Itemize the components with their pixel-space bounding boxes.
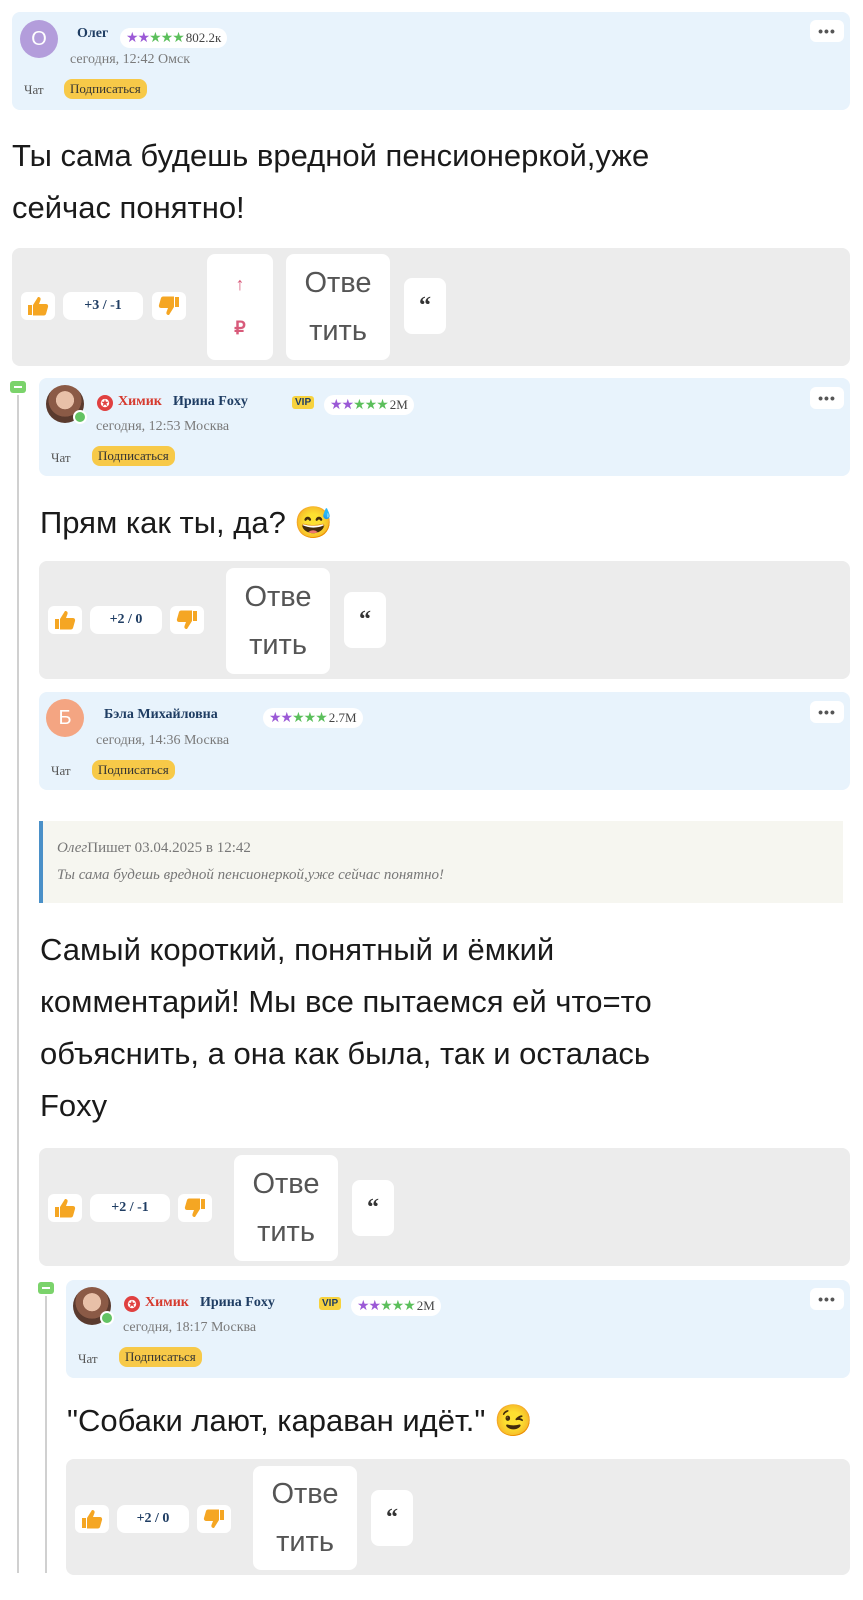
chat-link[interactable]: Чат [51, 450, 71, 466]
thumb-down-icon[interactable] [152, 292, 186, 320]
more-menu-icon[interactable]: ••• [810, 701, 844, 723]
quote-meta: Пишет 03.04.2025 в 12:42 [87, 840, 251, 856]
subscribe-button[interactable]: Подписаться [92, 760, 175, 780]
thread-line [45, 1296, 47, 1573]
collapse-thread-icon[interactable] [10, 381, 26, 393]
rating-badge: ★★★★★ 2.7M [263, 708, 363, 728]
comment-text-line: объяснить, а она как была, так и осталас… [40, 1036, 650, 1071]
vote-score: +2 / 0 [117, 1505, 189, 1533]
thumb-up-icon[interactable] [21, 292, 55, 320]
subscribe-button[interactable]: Подписаться [64, 79, 147, 99]
rating-stars: ★★★★★ [330, 397, 389, 413]
donate-arrow-icon: ↑ [235, 274, 245, 294]
chemist-badge-icon: ✪ [97, 395, 113, 411]
chat-link[interactable]: Чат [78, 1351, 98, 1367]
quote-text: Ты сама будешь вредной пенсионеркой,уже … [57, 867, 445, 883]
rating-value: 2M [389, 397, 408, 412]
reply-label: Отве [252, 1168, 320, 1200]
vip-badge: VIP [319, 1297, 342, 1310]
reply-label: Отве [271, 1478, 339, 1510]
vote-score: +2 / -1 [90, 1194, 170, 1222]
rating-value: 2.7M [328, 710, 357, 725]
vote-score: +3 / -1 [63, 292, 143, 320]
rating-badge: ★★★★★ 2M [351, 1296, 441, 1316]
comment-meta: сегодня, 14:36 Москва [96, 733, 230, 748]
comment-meta: сегодня, 12:53 Москва [96, 419, 230, 434]
user-title-badge: Химик [118, 394, 162, 409]
rating-badge: ★★★★★ 802.2к [120, 28, 228, 48]
reply-label: Отве [304, 267, 372, 299]
chat-link[interactable]: Чат [51, 763, 71, 779]
vip-badge: VIP [292, 396, 315, 409]
avatar[interactable]: Б [46, 699, 84, 737]
reply-button[interactable]: Отве тить [226, 568, 330, 674]
author-name[interactable]: Ирина Foxy [200, 1295, 275, 1311]
reply-label: тить [257, 1216, 315, 1248]
comment-text-line: Самый короткий, понятный и ёмкий [40, 932, 555, 967]
subscribe-button[interactable]: Подписаться [92, 446, 175, 466]
comment-text-line: сейчас понятно! [12, 190, 245, 225]
reply-button[interactable]: Отве тить [234, 1155, 338, 1261]
donate-button[interactable]: ↑ ₽ [207, 254, 273, 360]
user-title-badge: Химик [145, 1295, 189, 1310]
reply-button[interactable]: Отве тить [286, 254, 390, 360]
rating-stars: ★★★★★ [126, 30, 185, 46]
reply-label: тить [309, 315, 367, 347]
vote-score: +2 / 0 [90, 606, 162, 634]
rating-stars: ★★★★★ [269, 710, 328, 726]
comment-text: "Собаки лают, караван идёт." 😉 [67, 1403, 533, 1438]
quote-button-icon[interactable]: “ [344, 592, 386, 648]
comment-text: Прям как ты, да? 😅 [40, 505, 334, 540]
thumb-up-icon[interactable] [48, 606, 82, 634]
rating-value: 2M [416, 1298, 435, 1313]
thread-line [17, 395, 19, 1573]
comment-text-line: комментарий! Мы все пытаемся ей что=то [40, 984, 652, 1019]
thumb-up-icon[interactable] [75, 1505, 109, 1533]
comment-meta: сегодня, 12:42 Омск [70, 52, 191, 67]
reply-button[interactable]: Отве тить [253, 1466, 357, 1570]
reply-label: тить [249, 629, 307, 661]
avatar[interactable]: О [20, 20, 58, 58]
collapse-thread-icon[interactable] [38, 1282, 54, 1294]
quote-button-icon[interactable]: “ [371, 1490, 413, 1546]
thumb-down-icon[interactable] [170, 606, 204, 634]
rating-stars: ★★★★★ [357, 1298, 416, 1314]
online-status-icon [100, 1311, 114, 1325]
author-name[interactable]: Ирина Foxy [173, 394, 248, 410]
comment-text: Ты сама будешь вредной пенсионеркой,уже … [12, 130, 649, 234]
thumb-up-icon[interactable] [48, 1194, 82, 1222]
rating-badge: ★★★★★ 2M [324, 395, 414, 415]
reply-label: Отве [244, 581, 312, 613]
chemist-badge-icon: ✪ [124, 1296, 140, 1312]
thumb-down-icon[interactable] [178, 1194, 212, 1222]
reply-label: тить [276, 1526, 334, 1558]
quote-button-icon[interactable]: “ [352, 1180, 394, 1236]
rating-value: 802.2к [185, 30, 222, 45]
more-menu-icon[interactable]: ••• [810, 20, 844, 42]
comment-text: Самый короткий, понятный и ёмкий коммент… [40, 924, 652, 1132]
chat-link[interactable]: Чат [24, 82, 44, 98]
online-status-icon [73, 410, 87, 424]
quote-header: ОлегПишет 03.04.2025 в 12:42 [57, 839, 251, 857]
quote-button-icon[interactable]: “ [404, 278, 446, 334]
ruble-icon: ₽ [234, 318, 246, 338]
subscribe-button[interactable]: Подписаться [119, 1347, 202, 1367]
comment-text-line: Ты сама будешь вредной пенсионеркой,уже [12, 138, 650, 173]
more-menu-icon[interactable]: ••• [810, 1288, 844, 1310]
author-name[interactable]: Олег [77, 26, 108, 42]
comment-meta: сегодня, 18:17 Москва [123, 1320, 257, 1335]
more-menu-icon[interactable]: ••• [810, 387, 844, 409]
thumb-down-icon[interactable] [197, 1505, 231, 1533]
quote-author[interactable]: Олег [57, 840, 87, 856]
comment-text-line: Foxy [40, 1088, 108, 1123]
quoted-comment: ОлегПишет 03.04.2025 в 12:42 Ты сама буд… [39, 821, 843, 903]
author-name[interactable]: Бэла Михайловна [104, 707, 218, 723]
